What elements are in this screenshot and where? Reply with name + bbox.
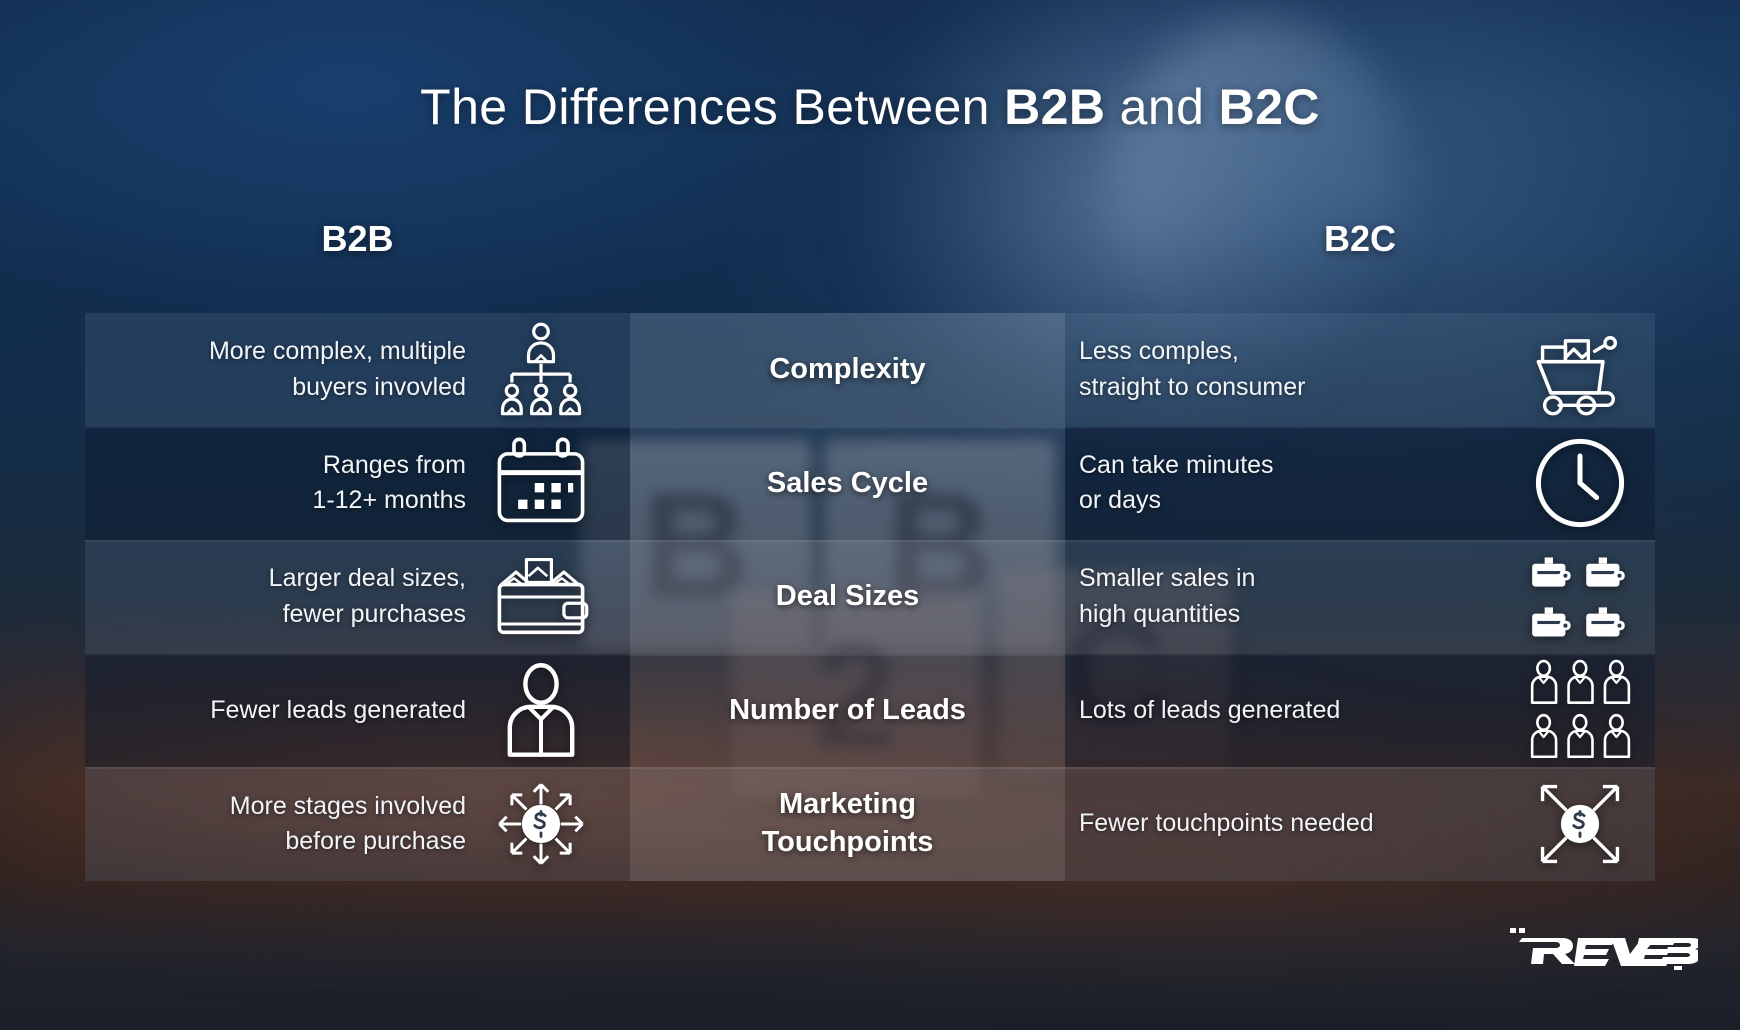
- b2c-text: Smaller sales in high quantities: [1079, 564, 1256, 628]
- table-row: Larger deal sizes, fewer purchases Deal …: [85, 540, 1655, 654]
- shopping-cart-icon: [1505, 313, 1655, 427]
- dollar-arrows-x-icon: [1505, 767, 1655, 881]
- calendar-icon: [466, 427, 616, 541]
- table-row: More complex, multiple buyers invovled C…: [85, 313, 1655, 427]
- b2c-text: Lots of leads generated: [1079, 695, 1341, 724]
- title-bold-b2b: B2B: [1004, 79, 1106, 135]
- reverb-logo: [1508, 920, 1701, 972]
- cell-b2c-number-of-leads: Lots of leads generated: [1065, 653, 1655, 768]
- comparison-table: More complex, multiple buyers invovled C…: [85, 313, 1655, 881]
- four-wallets-icon: [1505, 540, 1655, 654]
- row-label: Complexity: [769, 352, 926, 385]
- b2c-text: Less comples, straight to consumer: [1079, 337, 1306, 401]
- b2c-text: Fewer touchpoints needed: [1079, 809, 1374, 838]
- b2b-text: Larger deal sizes, fewer purchases: [268, 564, 466, 628]
- table-row: Ranges from 1-12+ months Sales Cycle Can…: [85, 426, 1655, 541]
- cell-b2c-sales-cycle: Can take minutes or days: [1065, 426, 1655, 541]
- title-bold-b2c: B2C: [1218, 79, 1320, 135]
- b2b-text: Fewer leads generated: [210, 695, 466, 724]
- column-header-b2c: B2C: [1323, 218, 1397, 259]
- cell-b2b-complexity: More complex, multiple buyers invovled: [85, 313, 630, 427]
- cell-b2b-deal-sizes: Larger deal sizes, fewer purchases: [85, 540, 630, 654]
- cell-b2b-marketing-touchpoints: More stages involved before purchase: [85, 767, 630, 881]
- infographic-canvas: B B 2 C The Differences Between B2B and …: [0, 0, 1740, 1030]
- row-label: Number of Leads: [729, 693, 966, 726]
- cell-label-marketing-touchpoints: Marketing Touchpoints: [630, 767, 1065, 881]
- single-person-icon: [466, 654, 616, 768]
- column-header-b2b: B2B: [321, 218, 394, 259]
- cell-label-number-of-leads: Number of Leads: [630, 653, 1065, 768]
- clock-icon: [1505, 427, 1655, 541]
- cell-label-complexity: Complexity: [630, 313, 1065, 427]
- background-finger-blur: [1110, 20, 1410, 350]
- b2b-text: More stages involved before purchase: [229, 791, 466, 856]
- wallet-full-of-money-icon: [466, 540, 616, 654]
- cell-b2c-deal-sizes: Smaller sales in high quantities: [1065, 540, 1655, 654]
- page-title: The Differences Between B2B and B2C: [0, 78, 1740, 136]
- row-label: Deal Sizes: [775, 580, 920, 613]
- b2c-text: Can take minutes or days: [1079, 450, 1274, 515]
- b2b-text: Ranges from 1-12+ months: [312, 450, 466, 515]
- cell-b2c-complexity: Less comples, straight to consumer: [1065, 313, 1655, 427]
- cell-b2b-number-of-leads: Fewer leads generated: [85, 653, 630, 768]
- table-row: Fewer leads generated Number of Leads Lo…: [85, 653, 1655, 768]
- cell-b2b-sales-cycle: Ranges from 1-12+ months: [85, 426, 630, 541]
- title-prefix: The Differences Between: [420, 79, 1005, 135]
- org-chart-people-icon: [466, 313, 616, 427]
- cell-label-sales-cycle: Sales Cycle: [630, 426, 1065, 541]
- six-people-icon: [1505, 654, 1655, 768]
- row-label: Sales Cycle: [766, 466, 929, 499]
- cell-b2c-marketing-touchpoints: Fewer touchpoints needed: [1065, 767, 1655, 881]
- b2b-text: More complex, multiple buyers invovled: [208, 337, 466, 401]
- row-label: Marketing Touchpoints: [761, 788, 934, 859]
- title-middle: and: [1105, 79, 1219, 135]
- dollar-arrows-outward-icon: [466, 767, 616, 881]
- table-row: More stages involved before purchase Mar…: [85, 767, 1655, 881]
- cell-label-deal-sizes: Deal Sizes: [630, 540, 1065, 654]
